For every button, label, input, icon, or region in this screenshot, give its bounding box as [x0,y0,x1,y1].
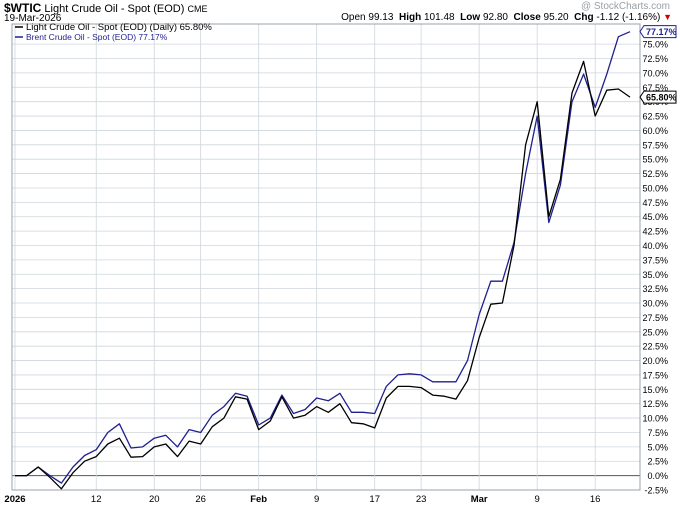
y-tick-label: 50.0% [642,183,668,193]
legend: Light Crude Oil - Spot (EOD) (Daily) 65.… [15,22,212,42]
line-chart: -2.5% 0.0% 2.5% 5.0% 7.5% 10.0% 12.5% 15.0% 17.5… [4,22,677,505]
y-tick-label: 20.0% [642,356,668,366]
grid-layer [11,23,641,491]
brent-legend-label: Brent Crude Oil - Spot (EOD) 77.17% [26,32,168,42]
y-tick-label: 40.0% [642,241,668,251]
y-tick-label: 17.5% [642,370,668,380]
y-tick-label: 5.0% [647,442,668,452]
x-tick-label: 20 [149,494,160,505]
y-tick-label: 75.0% [642,40,668,50]
y-tick-label: 12.5% [642,399,668,409]
y-tick-label: 7.5% [647,428,668,438]
x-tick-label: Feb [250,494,267,505]
y-tick-label: 70.0% [642,68,668,78]
y-tick-label: 35.0% [642,270,668,280]
y-tick-label: 52.5% [642,169,668,179]
y-tick-label: -2.5% [644,486,668,496]
y-tick-label: 32.5% [642,284,668,294]
y-tick-label: 22.5% [642,342,668,352]
y-tick-label: 30.0% [642,299,668,309]
y-tick-label: 27.5% [642,313,668,323]
y-tick-label: 42.5% [642,227,668,237]
y-tick-label: 62.5% [642,112,668,122]
y-tick-label: 25.0% [642,327,668,337]
y-tick-label: 45.0% [642,212,668,222]
y-tick-label: 10.0% [642,414,668,424]
x-tick-label: 9 [314,494,319,505]
x-tick-label: 16 [590,494,601,505]
plot-frame [11,23,641,491]
y-tick-label: 72.5% [642,54,668,64]
x-tick-label: 2026 [4,494,25,505]
y-tick-label: 0.0% [647,471,668,481]
x-tick-label: 23 [416,494,427,505]
y-tick-label: 47.5% [642,198,668,208]
x-tick-label: 17 [369,494,380,505]
y-tick-label: 37.5% [642,255,668,265]
wti-end-label: 65.80% [639,90,677,104]
end-label-text: 65.80% [646,93,677,103]
y-tick-label: 55.0% [642,155,668,165]
y-tick-label: 57.5% [642,140,668,150]
x-tick-label: 26 [195,494,206,505]
brent-end-label: 77.17% [639,25,677,39]
x-tick-label: Mar [471,494,488,505]
x-tick-label: 9 [535,494,540,505]
end-label-text: 77.17% [646,27,677,37]
y-tick-label: 60.0% [642,126,668,136]
brent-series-line [15,31,631,484]
y-tick-label: 2.5% [647,457,668,467]
axis-layer: -2.5% 0.0% 2.5% 5.0% 7.5% 10.0% 12.5% 15.0% 17.5… [4,25,677,505]
chart-root: $WTIC Light Crude Oil - Spot (EOD) CME O… [0,0,680,506]
x-tick-label: 12 [91,494,102,505]
y-tick-label: 15.0% [642,385,668,395]
